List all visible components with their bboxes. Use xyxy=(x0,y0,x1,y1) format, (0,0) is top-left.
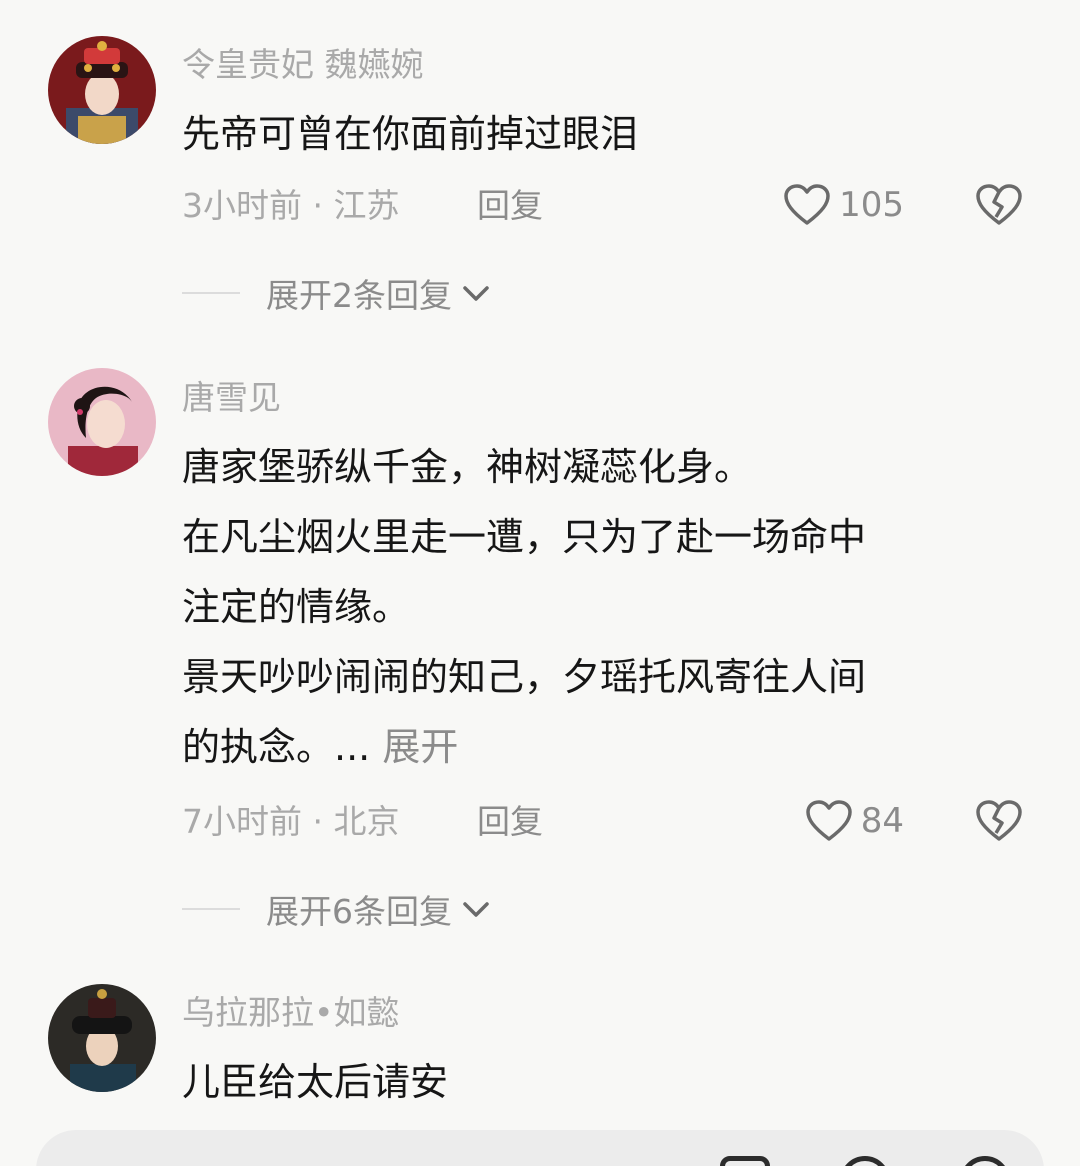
chevron-down-icon xyxy=(452,281,492,305)
comment-text: 先帝可曾在你面前掉过眼泪 xyxy=(182,99,1012,169)
broken-heart-icon xyxy=(975,183,1023,227)
comment-input-bar[interactable] xyxy=(36,1130,1044,1166)
comment-username[interactable]: 唐雪见 xyxy=(182,378,281,418)
comment-text-line: 先帝可曾在你面前掉过眼泪 xyxy=(182,112,639,156)
comment-text-line: 景天吵吵闹闹的知己，夕瑶托风寄往人间 xyxy=(182,655,867,699)
comment-list: 令皇贵妃 魏嬿婉 先帝可曾在你面前掉过眼泪 3小时前 · 江苏 回复 105 展… xyxy=(0,0,1080,1166)
avatar[interactable] xyxy=(48,36,156,144)
avatar[interactable] xyxy=(48,368,156,476)
dislike-button[interactable] xyxy=(975,799,1023,843)
like-button[interactable]: 105 xyxy=(783,183,904,227)
reply-button[interactable]: 回复 xyxy=(477,184,543,228)
avatar-image xyxy=(48,368,156,476)
heart-outline-icon xyxy=(805,799,853,843)
comment-text: 唐家堡骄纵千金，神树凝蕊化身。 在凡尘烟火里走一遭，只为了赴一场命中 注定的情缘… xyxy=(182,432,1012,782)
like-count: 84 xyxy=(860,801,904,841)
comment-text-line-last: 的执念。... 展开 xyxy=(182,712,1012,782)
comment-text-line: 注定的情缘。 xyxy=(182,585,411,629)
comment-username[interactable]: 令皇贵妃 魏嬿婉 xyxy=(182,45,424,85)
comment-text-line: 儿臣给太后请安 xyxy=(182,1060,449,1104)
broken-heart-icon xyxy=(975,799,1023,843)
heart-outline-icon xyxy=(783,183,831,227)
expand-replies-button[interactable]: 展开2条回复 xyxy=(182,271,492,315)
divider xyxy=(182,292,240,294)
comment-text-line: 唐家堡骄纵千金，神树凝蕊化身。 xyxy=(182,445,753,489)
dislike-button[interactable] xyxy=(975,183,1023,227)
like-button[interactable]: 84 xyxy=(805,799,904,843)
avatar-image xyxy=(48,984,156,1092)
chevron-down-icon xyxy=(452,897,492,921)
avatar[interactable] xyxy=(48,984,156,1092)
comment-text: 儿臣给太后请安 xyxy=(182,1047,1012,1117)
comment-time-location: 7小时前 · 北京 xyxy=(182,802,400,841)
comment-username[interactable]: 乌拉那拉•如懿 xyxy=(182,993,399,1033)
avatar-image xyxy=(48,36,156,144)
expand-text-link[interactable]: 展开 xyxy=(370,725,458,769)
image-icon[interactable] xyxy=(720,1156,770,1166)
comment-text-line: 的执念。... xyxy=(182,725,371,769)
like-count: 105 xyxy=(839,185,904,225)
divider xyxy=(182,908,240,910)
comment-text-line: 在凡尘烟火里走一遭，只为了赴一场命中 xyxy=(182,515,867,559)
expand-replies-label: 展开2条回复 xyxy=(266,276,452,315)
expand-replies-label: 展开6条回复 xyxy=(266,892,452,931)
reply-button[interactable]: 回复 xyxy=(477,800,543,844)
expand-replies-button[interactable]: 展开6条回复 xyxy=(182,887,492,931)
comment-time-location: 3小时前 · 江苏 xyxy=(182,186,400,225)
emoji-icon[interactable] xyxy=(960,1156,1010,1166)
at-mention-icon[interactable] xyxy=(840,1156,890,1166)
